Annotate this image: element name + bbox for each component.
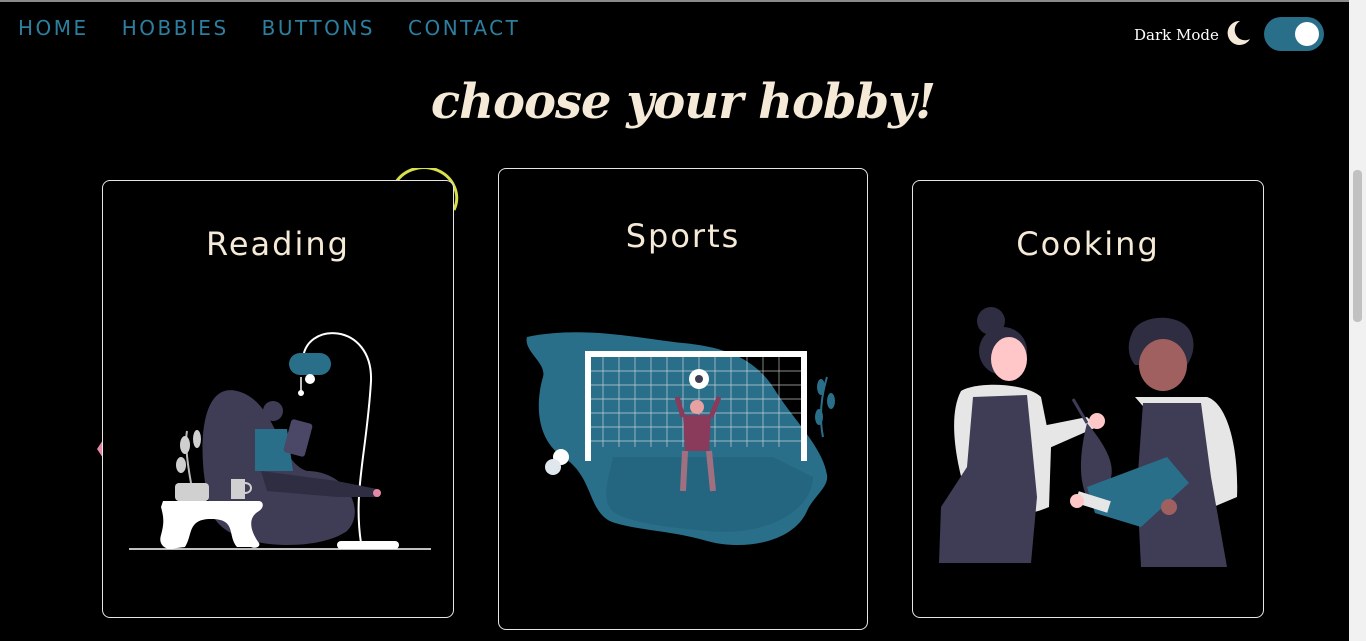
hobby-card-sports[interactable]: Sports — [498, 168, 868, 630]
top-nav: HOME HOBBIES BUTTONS CONTACT — [18, 16, 520, 40]
moon-icon — [1227, 20, 1250, 45]
nav-home-link[interactable]: HOME — [18, 16, 89, 40]
sports-illustration — [526, 332, 835, 546]
page-scrollbar[interactable] — [1349, 0, 1366, 641]
card-title: Reading — [206, 225, 350, 263]
scrollbar-thumb[interactable] — [1353, 170, 1362, 322]
nav-buttons-link[interactable]: BUTTONS — [262, 16, 375, 40]
reading-illustration — [129, 332, 431, 550]
cooking-illustration — [939, 307, 1238, 567]
page-title: choose your hobby! — [430, 74, 936, 130]
dark-mode-label: Dark Mode — [1134, 26, 1219, 44]
hobby-card-cooking[interactable]: Cooking — [912, 180, 1264, 618]
card-title: Sports — [625, 217, 741, 255]
nav-hobbies-link[interactable]: HOBBIES — [122, 16, 229, 40]
toggle-knob — [1295, 22, 1319, 46]
card-title: Cooking — [1016, 225, 1160, 263]
window-top-border — [0, 0, 1366, 2]
dark-mode-toggle[interactable] — [1264, 17, 1324, 51]
nav-contact-link[interactable]: CONTACT — [408, 16, 520, 40]
hobby-card-reading[interactable]: Reading — [102, 180, 454, 618]
